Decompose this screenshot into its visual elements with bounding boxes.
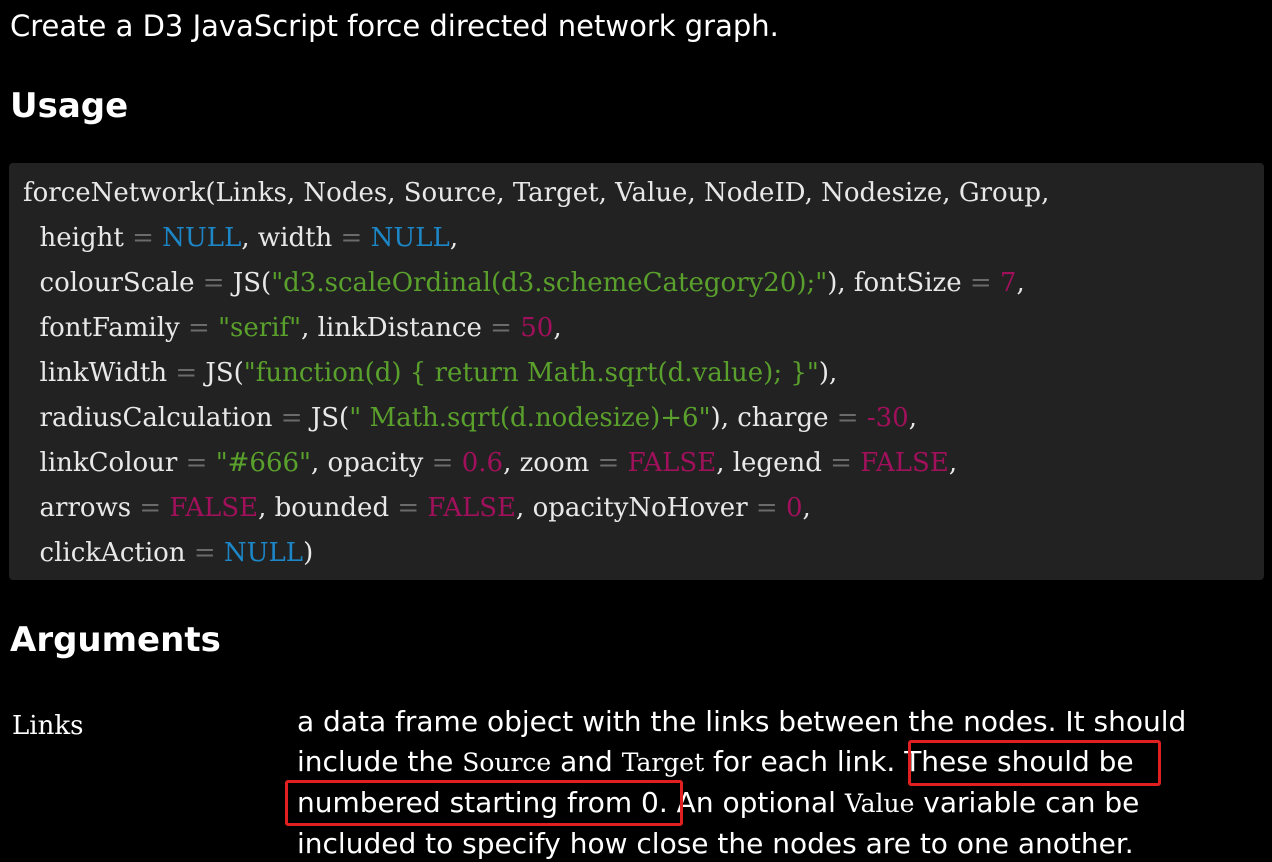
- usage-code: forceNetwork(Links, Nodes, Source, Targe…: [23, 171, 1049, 576]
- usage-code-block: forceNetwork(Links, Nodes, Source, Targe…: [9, 163, 1264, 580]
- inline-code-value: Value: [844, 789, 915, 818]
- intro-text: Create a D3 JavaScript force directed ne…: [10, 9, 779, 43]
- code-line-3: colourScale = JS("d3.scaleOrdinal(d3.sch…: [23, 268, 1025, 298]
- argument-name-links: Links: [12, 711, 84, 741]
- code-line-4: fontFamily = "serif", linkDistance = 50,: [23, 313, 562, 343]
- inline-code-target: Target: [621, 748, 705, 777]
- arguments-heading: Arguments: [10, 620, 221, 660]
- code-line-6: radiusCalculation = JS(" Math.sqrt(d.nod…: [23, 403, 917, 433]
- code-line-7: linkColour = "#666", opacity = 0.6, zoom…: [23, 448, 958, 478]
- documentation-page: Create a D3 JavaScript force directed ne…: [0, 0, 1272, 862]
- usage-heading: Usage: [10, 86, 129, 126]
- inline-code-source: Source: [462, 748, 552, 777]
- code-line-9: clickAction = NULL): [23, 538, 314, 568]
- code-line-2: height = NULL, width = NULL,: [23, 223, 459, 253]
- code-line-1: forceNetwork(Links, Nodes, Source, Targe…: [23, 178, 1050, 208]
- code-line-5: linkWidth = JS("function(d) { return Mat…: [23, 358, 838, 388]
- code-line-8: arrows = FALSE, bounded = FALSE, opacity…: [23, 493, 811, 523]
- argument-description-links: a data frame object with the links betwe…: [297, 705, 1187, 860]
